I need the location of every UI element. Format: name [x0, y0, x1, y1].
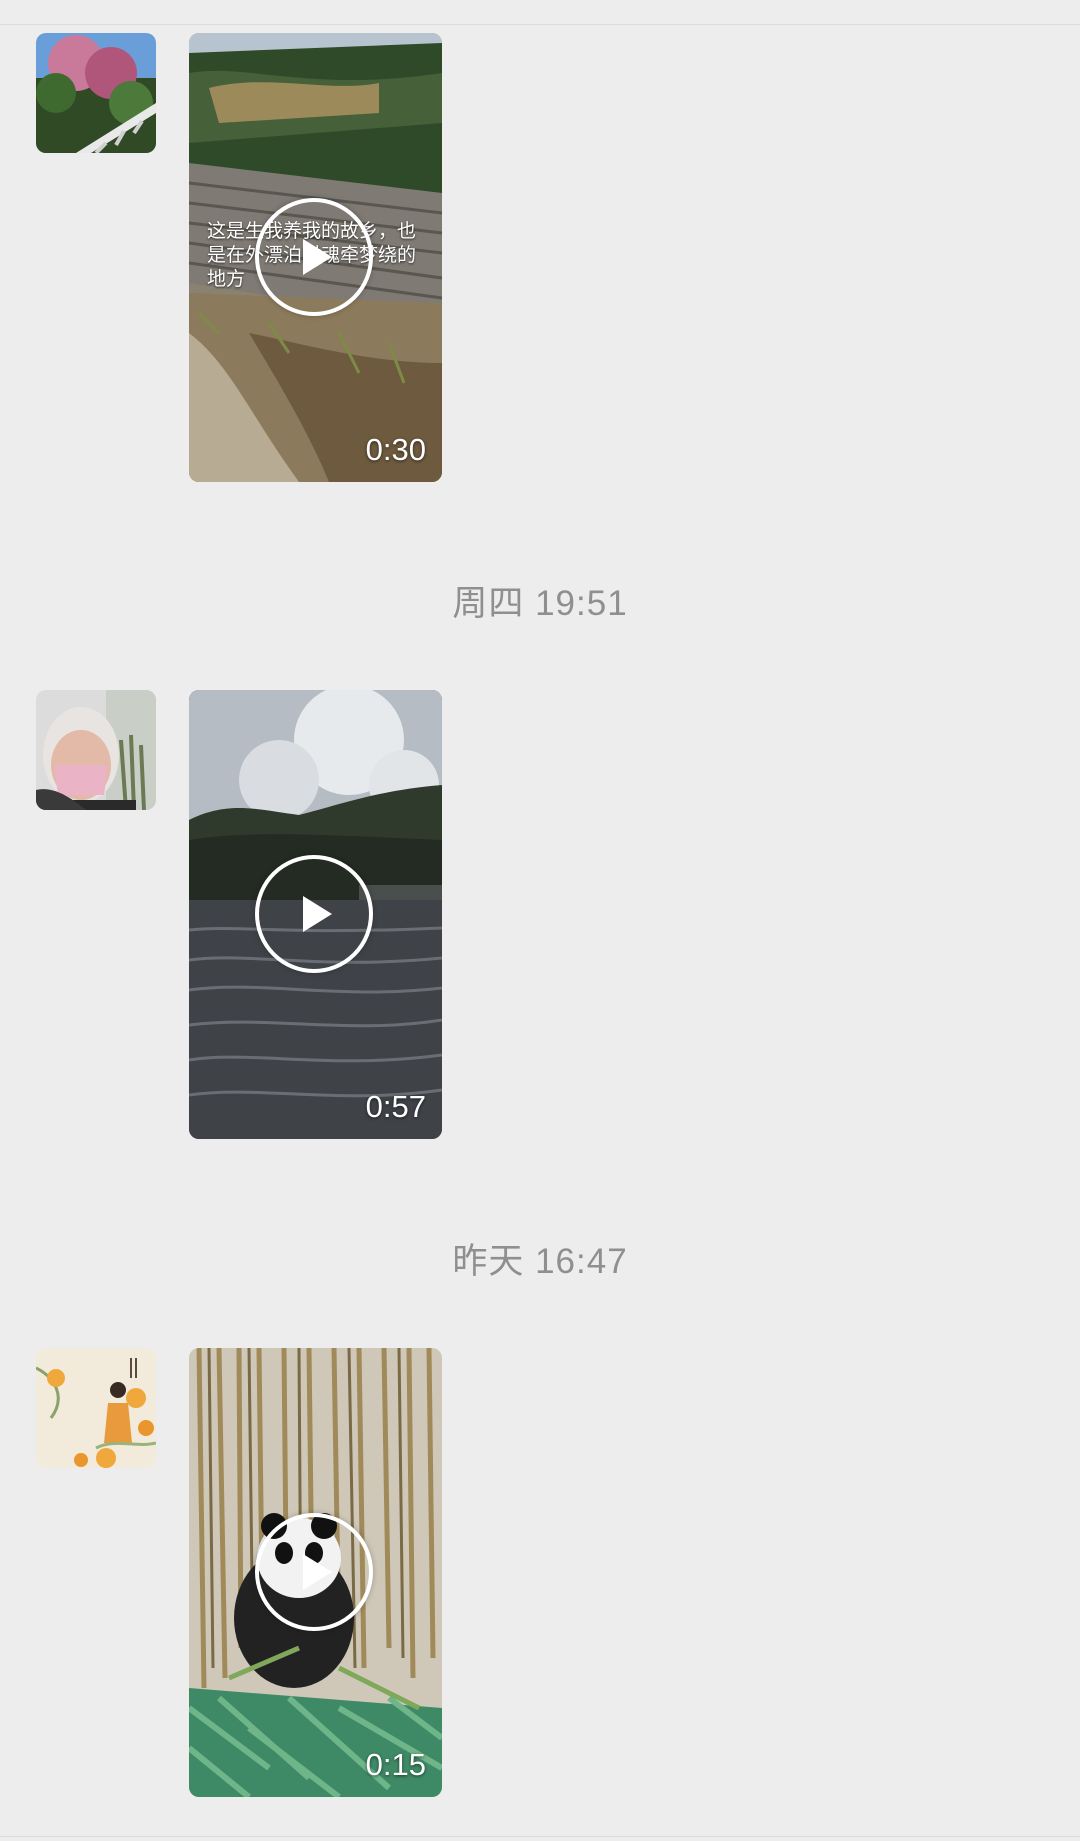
- play-icon: [303, 1554, 332, 1590]
- video-duration: 0:30: [365, 432, 426, 467]
- video-message[interactable]: 0:57: [189, 690, 442, 1139]
- avatar-image-tree-railing: [36, 33, 156, 153]
- play-button[interactable]: [255, 1513, 373, 1631]
- bottom-divider: [0, 1836, 1080, 1837]
- play-button[interactable]: [255, 198, 373, 316]
- video-message[interactable]: 0:15: [189, 1348, 442, 1797]
- chat-timestamp: 昨天 16:47: [452, 1242, 628, 1281]
- chat-timestamp: 周四 19:51: [452, 584, 628, 623]
- play-button[interactable]: [255, 855, 373, 973]
- video-duration: 0:15: [365, 1747, 426, 1782]
- avatar-image-illustration: [36, 1348, 156, 1468]
- avatar[interactable]: [36, 33, 156, 153]
- video-message[interactable]: 这是生我养我的故乡，也是在外漂泊时魂牵梦绕的地方 0:30: [189, 33, 442, 482]
- video-duration: 0:57: [365, 1089, 426, 1124]
- play-icon: [303, 896, 332, 932]
- top-divider: [0, 24, 1080, 25]
- avatar[interactable]: [36, 1348, 156, 1468]
- avatar-image-masked-person: [36, 690, 156, 810]
- avatar[interactable]: [36, 690, 156, 810]
- play-icon: [303, 239, 332, 275]
